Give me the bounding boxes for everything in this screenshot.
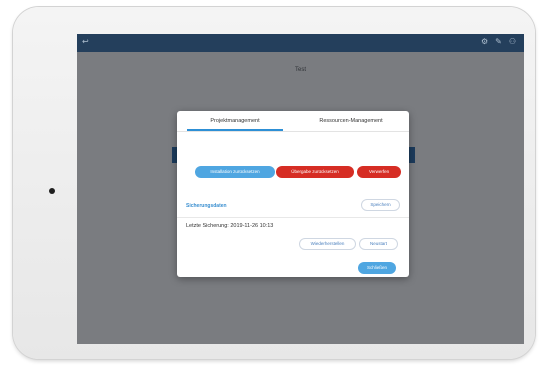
tool-icon[interactable]: ✎ — [495, 37, 502, 46]
back-icon[interactable]: ↩ — [82, 37, 89, 46]
reset-installation-button[interactable]: Installation zurücksetzen — [195, 166, 275, 178]
settings-icon[interactable]: ⚙ — [481, 37, 488, 46]
restart-button[interactable]: Neustart — [359, 238, 398, 250]
user-icon[interactable]: ⚇ — [509, 37, 516, 46]
section-title: Sicherungsdaten — [186, 203, 227, 209]
screen-title: Test — [294, 67, 306, 73]
tab-ressourcen-management[interactable]: Ressourcen-Management — [293, 118, 409, 124]
app-screen: ↩ ⚙ ✎ ⚇ Test Projektmanagement Ressource… — [77, 34, 524, 344]
divider — [177, 217, 409, 218]
close-button[interactable]: Schließen — [358, 262, 396, 274]
last-backup-text: Letzte Sicherung: 2019-11-26 10:13 — [186, 223, 274, 229]
app-bar-icons: ⚙ ✎ ⚇ — [481, 37, 516, 46]
active-tab-indicator — [187, 129, 283, 131]
save-button[interactable]: Speichern — [361, 199, 400, 211]
background-panel-right — [409, 147, 415, 163]
app-bar: ↩ ⚙ ✎ ⚇ — [77, 34, 524, 52]
restore-button[interactable]: Wiederherstellen — [299, 238, 356, 250]
dialog-tabs: Projektmanagement Ressourcen-Management — [177, 111, 409, 132]
home-button[interactable] — [49, 188, 55, 194]
discard-button[interactable]: Verwerfen — [357, 166, 401, 178]
tablet-device: ↩ ⚙ ✎ ⚇ Test Projektmanagement Ressource… — [13, 7, 535, 359]
tab-projektmanagement[interactable]: Projektmanagement — [177, 118, 293, 124]
reset-handover-button[interactable]: Übergabe zurücksetzen — [276, 166, 354, 178]
settings-dialog: Projektmanagement Ressourcen-Management … — [177, 111, 409, 277]
